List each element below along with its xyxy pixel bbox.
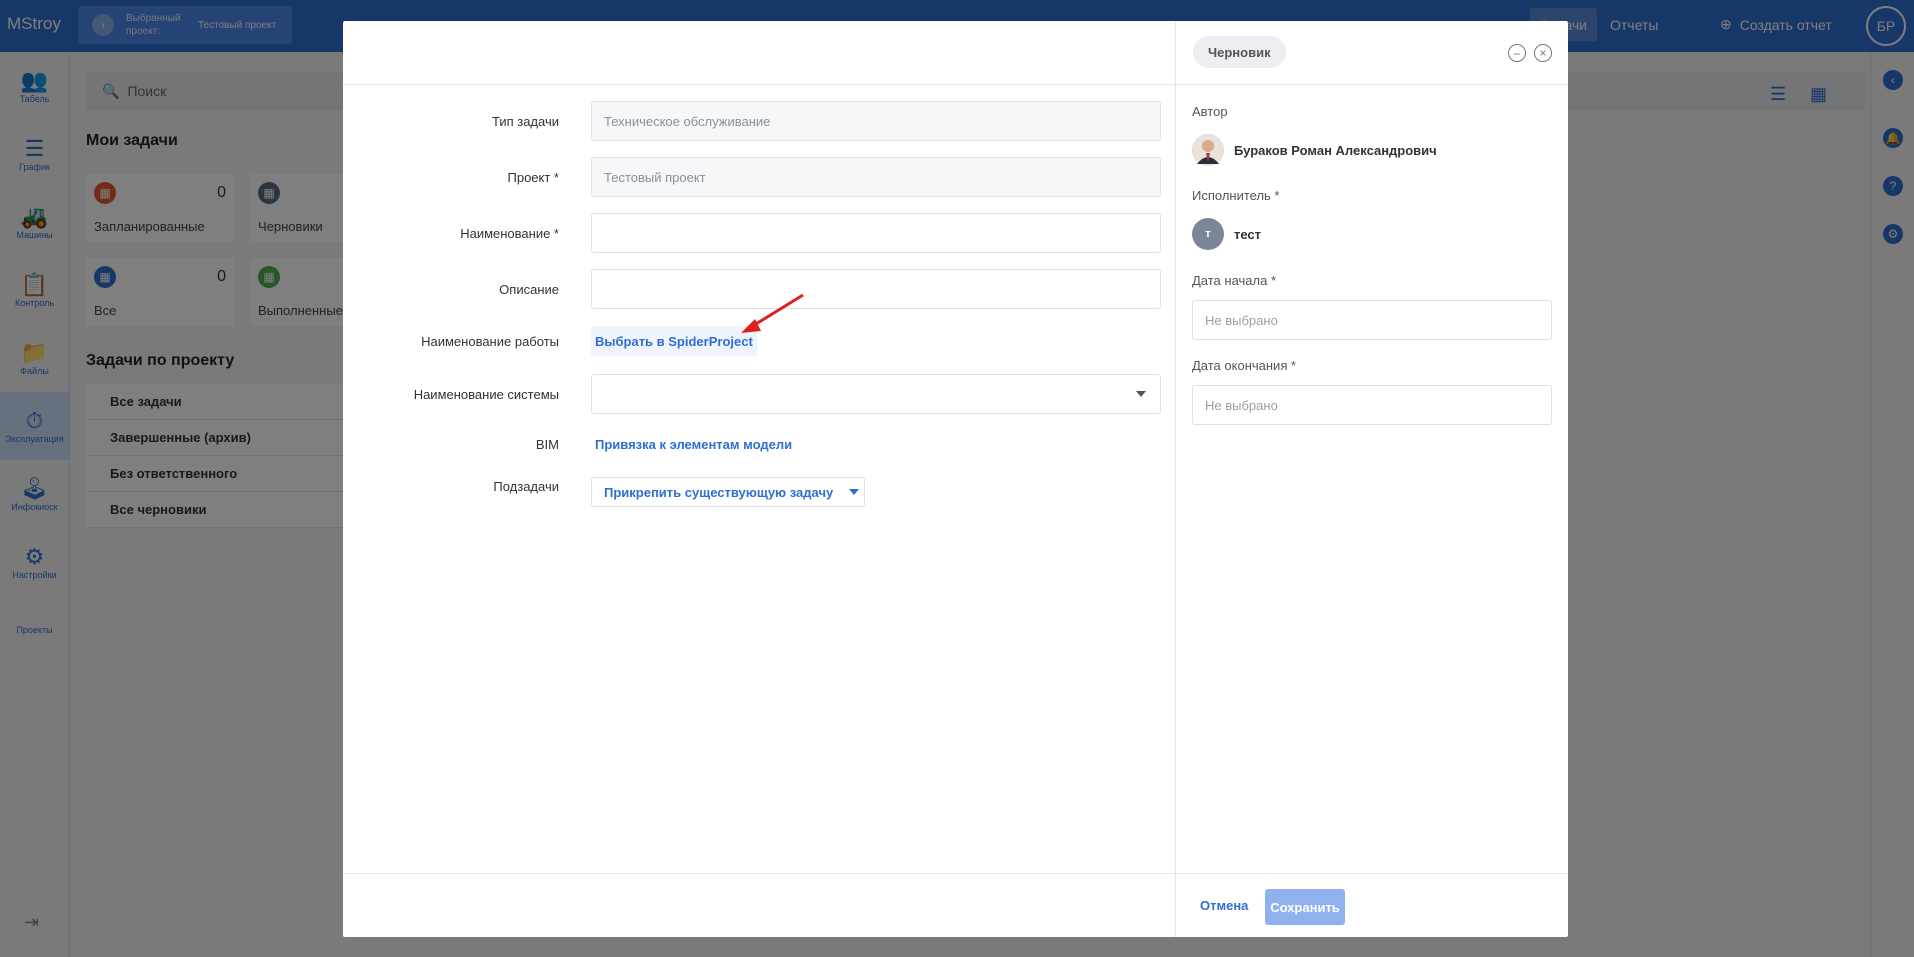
description-input[interactable] — [591, 269, 1161, 309]
author: Бураков Роман Александрович — [1192, 134, 1437, 166]
subtasks-label: Подзадачи — [493, 479, 559, 494]
task-type-field[interactable]: Техническое обслуживание — [591, 101, 1161, 141]
system-name-label: Наименование системы — [413, 387, 559, 402]
task-type-label: Тип задачи — [491, 114, 559, 129]
status-badge: Черновик — [1193, 36, 1286, 68]
assignee-name: тест — [1234, 226, 1262, 242]
task-modal: Тип задачи Техническое обслуживание Прое… — [343, 21, 1568, 937]
author-name: Бураков Роман Александрович — [1234, 142, 1437, 158]
work-name-label: Наименование работы — [421, 334, 559, 349]
chevron-down-icon — [849, 489, 860, 495]
end-date-label: Дата окончания * — [1192, 358, 1297, 373]
end-date-input[interactable]: Не выбрано — [1192, 385, 1552, 425]
author-avatar — [1192, 134, 1224, 166]
person-photo-icon — [1192, 134, 1224, 166]
close-icon[interactable]: × — [1534, 44, 1552, 62]
name-input[interactable] — [591, 213, 1161, 253]
bim-label: BIM — [535, 437, 559, 452]
description-label: Описание — [499, 282, 559, 297]
cancel-button[interactable]: Отмена — [1200, 898, 1248, 913]
minimize-icon[interactable]: – — [1508, 44, 1526, 62]
chevron-down-icon — [1136, 391, 1146, 397]
modal-form: Тип задачи Техническое обслуживание Прое… — [343, 21, 1176, 937]
start-date-input[interactable]: Не выбрано — [1192, 300, 1552, 340]
annotation-arrow — [741, 293, 804, 333]
attach-subtask-button[interactable]: Прикрепить существующую задачу — [591, 477, 865, 507]
assignee-avatar: т — [1192, 218, 1224, 250]
start-date-label: Дата начала * — [1192, 273, 1277, 288]
modal-footer — [343, 873, 1568, 937]
save-button[interactable]: Сохранить — [1265, 889, 1345, 925]
select-spiderproject-button[interactable]: Выбрать в SpiderProject — [591, 326, 757, 356]
system-name-select[interactable] — [591, 374, 1161, 414]
name-label: Наименование * — [460, 226, 559, 241]
assignee-label: Исполнитель * — [1192, 188, 1280, 203]
assignee[interactable]: т тест — [1192, 218, 1261, 250]
bim-link[interactable]: Привязка к элементам модели — [595, 437, 792, 452]
project-label: Проект * — [507, 170, 560, 185]
project-field[interactable]: Тестовый проект — [591, 157, 1161, 197]
author-label: Автор — [1192, 104, 1228, 119]
attach-subtask-label: Прикрепить существующую задачу — [604, 484, 834, 500]
